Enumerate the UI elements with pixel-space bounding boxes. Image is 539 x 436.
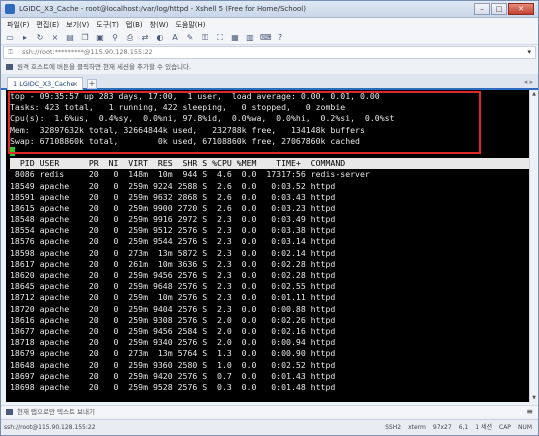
process-row: 18616 apache 20 0 259m 9308 2576 S 2.0 0… [10,314,336,325]
new-session-icon[interactable]: ▭ [5,33,15,42]
process-row: 18648 apache 20 0 259m 9360 2580 S 1.0 0… [10,359,336,370]
tab-lgidc-x3-cache[interactable]: 1 LGIDC_X3_Cache × [7,77,83,90]
window-title: LGIDC_X3_Cache - root@localhost:/var/log… [19,5,306,13]
process-row: 18554 apache 20 0 259m 9512 2576 S 2.3 0… [10,225,336,236]
address-bar[interactable]: ⚿ ssh://root:*********@115.90.128.155:22… [3,46,536,59]
reconnect-icon[interactable]: ↻ [35,33,45,42]
status-items: SSH2 xterm 97x27 6,1 1 세션 CAP NUM [385,420,532,436]
process-row: 18645 apache 20 0 259m 9648 2576 S 2.3 0… [10,281,336,292]
tab-label: 1 LGIDC_X3_Cache [13,80,75,88]
process-row: 18548 apache 20 0 259m 9916 2972 S 2.3 0… [10,214,336,225]
script-icon[interactable]: ▥ [245,33,255,42]
process-row: 18718 apache 20 0 259m 9340 2576 S 2.0 0… [10,337,336,348]
compose-bar-text: 현재 탭으로만 텍스트 보내기 [17,408,95,416]
transfer-icon[interactable]: ⇄ [140,33,150,42]
status-terminal-type: xterm [408,424,426,431]
fullscreen-icon[interactable]: ⛶ [215,33,225,42]
title-bar: LGIDC_X3_Cache - root@localhost:/var/log… [1,1,538,18]
tab-nav-arrows[interactable]: ◂ ▸ [524,78,533,86]
address-lock-icon: ⚿ [8,48,14,56]
xshell-app-icon [5,4,15,14]
menu-file[interactable]: 파일(F) [7,20,29,30]
status-size: 97x27 [432,424,452,431]
process-row: 18712 apache 20 0 259m 10m 2576 S 2.3 0.… [10,292,336,303]
summary-highlight-box [8,91,481,154]
status-bar: ssh://root@115.90.128.155:22 SSH2 xterm … [1,419,538,435]
process-row: 18591 apache 20 0 259m 9632 2868 S 2.6 0… [10,191,336,202]
open-folder-icon[interactable]: ▸ [20,33,30,42]
menu-window[interactable]: 창(W) [150,20,169,30]
terminal-screen[interactable]: top - 09:35:57 up 283 days, 17:00, 1 use… [6,90,529,402]
menu-edit[interactable]: 편집(E) [36,20,59,30]
copy-icon[interactable]: ❐ [80,33,90,42]
process-row: 18698 apache 20 0 259m 9528 2576 S 0.3 0… [10,381,336,392]
process-row: 18679 apache 20 0 273m 13m 5764 S 1.3 0.… [10,348,336,359]
add-tab-button[interactable]: + [87,79,97,89]
menu-bar: 파일(F) 편집(E) 보기(V) 도구(T) 탭(B) 창(W) 도움말(H) [1,18,538,31]
find-icon[interactable]: ⚲ [110,33,120,42]
close-button[interactable]: ✕ [508,3,534,15]
xshell-window: LGIDC_X3_Cache - root@localhost:/var/log… [0,0,539,436]
compose-icon[interactable]: ✎ [185,33,195,42]
status-protocol: SSH2 [385,424,402,431]
toolbar: ▭ ▸ ↻ ⨯ ▤ ❐ ▣ ⚲ ⎙ ⇄ ◐ A ✎ ⚿ ⛶ ▦ ▥ ⌨ ? [1,31,538,45]
status-num: NUM [517,424,532,431]
process-row: 18549 apache 20 0 259m 9224 2588 S 2.6 0… [10,180,336,191]
lock-icon[interactable]: ⚿ [200,33,210,42]
scroll-down-icon[interactable]: ▼ [530,394,538,402]
menu-view[interactable]: 보기(V) [66,20,89,30]
maximize-button[interactable]: □ [491,3,507,15]
window-controls: – □ ✕ [474,3,534,15]
process-row: 18617 apache 20 0 261m 10m 3636 S 2.3 0.… [10,258,336,269]
keyboard-icon[interactable]: ⌨ [260,33,272,42]
compose-menu-icon[interactable]: ≡ [526,406,533,418]
process-row: 18576 apache 20 0 259m 9544 2576 S 2.3 0… [10,236,336,247]
color-scheme-icon[interactable]: ◐ [155,33,165,42]
status-sessions: 1 세션 [475,424,493,431]
process-table: 8086 redis 20 0 148m 10m 944 S 4.6 0.0 1… [10,169,529,393]
process-row: 18697 apache 20 0 259m 9420 2576 S 0.7 0… [10,370,336,381]
process-row: 18677 apache 20 0 259m 9456 2584 S 2.0 0… [10,325,336,336]
scroll-up-icon[interactable]: ▲ [530,90,538,98]
process-row: 18720 apache 20 0 259m 9404 2576 S 2.3 0… [10,303,336,314]
status-cursor-pos: 6,1 [458,424,469,431]
hint-icon [6,64,13,70]
terminal-scrollbar[interactable]: ▲ ▼ [529,90,537,402]
process-row: 18620 apache 20 0 259m 9456 2576 S 2.3 0… [10,270,336,280]
status-connection: ssh://root@115.90.128.155:22 [4,424,96,431]
disconnect-icon[interactable]: ⨯ [50,33,60,42]
help-icon[interactable]: ? [275,33,285,42]
tab-strip: 1 LGIDC_X3_Cache × + ◂ ▸ [1,74,538,90]
compose-bar-icon [6,409,13,415]
print-icon[interactable]: ⎙ [125,33,135,42]
properties-icon[interactable]: ▤ [65,33,75,42]
process-row: 18615 apache 20 0 259m 9900 2720 S 2.6 0… [10,202,336,213]
process-row: 8086 redis 20 0 148m 10m 944 S 4.6 0.0 1… [10,169,370,180]
hint-bar: 원격 호스트에 버튼을 클릭하면 현재 세션을 추가할 수 있습니다. [1,61,538,73]
paste-icon[interactable]: ▣ [95,33,105,42]
font-icon[interactable]: A [170,33,180,42]
status-caps: CAP [499,424,511,431]
process-row: 18598 apache 20 0 273m 13m 5872 S 2.3 0.… [10,247,336,258]
menu-help[interactable]: 도움말(H) [175,20,205,30]
menu-tools[interactable]: 도구(T) [96,20,119,30]
chevron-down-icon[interactable]: ▾ [527,47,531,58]
process-table-header: PID USER PR NI VIRT RES SHR S %CPU %MEM … [10,158,529,170]
hint-text: 원격 호스트에 버튼을 클릭하면 현재 세션을 추가할 수 있습니다. [17,63,192,71]
tab-close-icon[interactable]: × [73,78,78,90]
address-value: ssh://root:*********@115.90.128.155:22 [22,48,153,56]
compose-bar[interactable]: 현재 탭으로만 텍스트 보내기 ≡ [1,405,538,417]
minimize-button[interactable]: – [474,3,490,15]
layout-icon[interactable]: ▦ [230,33,240,42]
menu-tab[interactable]: 탭(B) [126,20,143,30]
